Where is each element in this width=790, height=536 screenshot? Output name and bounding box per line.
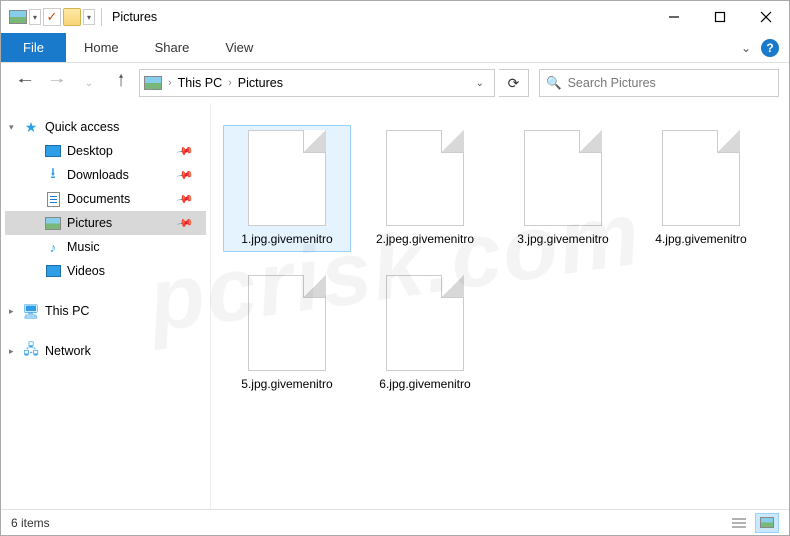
- status-bar: 6 items: [1, 509, 789, 535]
- sidebar-network[interactable]: ▸ 🖧 Network: [5, 339, 206, 363]
- address-bar[interactable]: › This PC › Pictures ⌄: [139, 69, 495, 97]
- tab-share[interactable]: Share: [137, 33, 208, 62]
- sidebar-item-label: Music: [67, 240, 100, 254]
- music-icon: ♪: [45, 239, 61, 255]
- sidebar-item-label: Quick access: [45, 120, 119, 134]
- sidebar-item-label: Pictures: [67, 216, 112, 230]
- file-item[interactable]: 4.jpg.givemenitro: [637, 125, 765, 252]
- sidebar-item-music[interactable]: ♪ Music: [5, 235, 206, 259]
- details-view-button[interactable]: [727, 513, 751, 533]
- sidebar-item-downloads[interactable]: ⭳ Downloads 📌: [5, 163, 206, 187]
- search-icon: 🔍: [546, 76, 562, 91]
- title-bar: ▾ ✓ ▾ Pictures: [1, 1, 789, 33]
- file-name-label: 2.jpeg.givemenitro: [376, 232, 474, 247]
- file-icon: [248, 275, 326, 371]
- this-pc-icon: 🖥: [23, 303, 39, 319]
- forward-button[interactable]: 🠒: [43, 69, 71, 97]
- file-item[interactable]: 2.jpeg.givemenitro: [361, 125, 489, 252]
- star-icon: ★: [23, 119, 39, 135]
- file-icon: [386, 275, 464, 371]
- file-item[interactable]: 1.jpg.givemenitro: [223, 125, 351, 252]
- pictures-icon: [45, 217, 61, 230]
- qat-menu-button[interactable]: ▾: [29, 9, 41, 25]
- sidebar-item-pictures[interactable]: Pictures 📌: [5, 211, 206, 235]
- network-icon: 🖧: [23, 343, 39, 359]
- help-icon[interactable]: ?: [761, 39, 779, 57]
- file-icon: [524, 130, 602, 226]
- address-bar-row: 🠐 🠒 ⌄ 🠑 › This PC › Pictures ⌄ ⟳ 🔍 Searc…: [1, 63, 789, 103]
- file-item[interactable]: 3.jpg.givemenitro: [499, 125, 627, 252]
- location-icon: [144, 76, 162, 90]
- quick-access-toolbar: ▾ ✓ ▾: [1, 8, 95, 26]
- up-button[interactable]: 🠑: [107, 69, 135, 97]
- search-placeholder: Search Pictures: [568, 76, 656, 90]
- downloads-icon: ⭳: [45, 167, 61, 183]
- file-name-label: 4.jpg.givemenitro: [655, 232, 746, 247]
- chevron-right-icon[interactable]: ›: [227, 77, 233, 89]
- sidebar-quick-access[interactable]: ▾ ★ Quick access: [5, 115, 206, 139]
- refresh-button[interactable]: ⟳: [499, 69, 529, 97]
- file-tab[interactable]: File: [1, 33, 66, 62]
- properties-qat-button[interactable]: ✓: [43, 8, 61, 26]
- tab-view[interactable]: View: [207, 33, 271, 62]
- expand-ribbon-button[interactable]: ⌄: [741, 41, 751, 55]
- main-area: ▾ ★ Quick access Desktop 📌 ⭳ Downloads 📌…: [1, 103, 789, 509]
- desktop-icon: [45, 145, 61, 157]
- search-input[interactable]: 🔍 Search Pictures: [539, 69, 779, 97]
- file-name-label: 1.jpg.givemenitro: [241, 232, 332, 247]
- caret-down-icon[interactable]: ▾: [9, 122, 14, 133]
- file-name-label: 5.jpg.givemenitro: [241, 377, 332, 392]
- pin-icon: 📌: [176, 190, 195, 209]
- sidebar-item-documents[interactable]: Documents 📌: [5, 187, 206, 211]
- sidebar-item-desktop[interactable]: Desktop 📌: [5, 139, 206, 163]
- caret-right-icon[interactable]: ▸: [9, 306, 14, 317]
- window-title: Pictures: [112, 10, 157, 24]
- recent-locations-button[interactable]: ⌄: [75, 69, 103, 97]
- explorer-window: ▾ ✓ ▾ Pictures File Home Share View ⌄ ? …: [0, 0, 790, 536]
- sidebar-item-label: This PC: [45, 304, 89, 318]
- large-icons-view-button[interactable]: [755, 513, 779, 533]
- window-controls: [651, 2, 789, 32]
- app-icon: [9, 10, 27, 24]
- file-name-label: 6.jpg.givemenitro: [379, 377, 470, 392]
- sidebar-item-label: Downloads: [67, 168, 129, 182]
- documents-icon: [47, 192, 60, 207]
- maximize-button[interactable]: [697, 2, 743, 32]
- videos-icon: [46, 265, 61, 277]
- sidebar-item-label: Network: [45, 344, 91, 358]
- caret-right-icon[interactable]: ▸: [9, 346, 14, 357]
- back-button[interactable]: 🠐: [11, 69, 39, 97]
- sidebar-item-label: Desktop: [67, 144, 113, 158]
- pin-icon: 📌: [176, 214, 195, 233]
- sidebar-item-label: Documents: [67, 192, 130, 206]
- chevron-right-icon[interactable]: ›: [167, 77, 173, 89]
- navigation-pane[interactable]: ▾ ★ Quick access Desktop 📌 ⭳ Downloads 📌…: [1, 103, 211, 509]
- file-item[interactable]: 6.jpg.givemenitro: [361, 270, 489, 397]
- file-icon: [248, 130, 326, 226]
- pin-icon: 📌: [176, 142, 195, 161]
- new-folder-qat-button[interactable]: [63, 8, 81, 26]
- title-separator: [101, 8, 102, 26]
- close-button[interactable]: [743, 2, 789, 32]
- file-list-pane[interactable]: 1.jpg.givemenitro 2.jpeg.givemenitro 3.jpg…: [211, 103, 789, 509]
- pin-icon: 📌: [176, 166, 195, 185]
- file-name-label: 3.jpg.givemenitro: [517, 232, 608, 247]
- ribbon: File Home Share View ⌄ ?: [1, 33, 789, 63]
- file-icon: [662, 130, 740, 226]
- file-item[interactable]: 5.jpg.givemenitro: [223, 270, 351, 397]
- file-icon: [386, 130, 464, 226]
- sidebar-item-videos[interactable]: Videos: [5, 259, 206, 283]
- status-item-count: 6 items: [11, 516, 50, 530]
- address-dropdown-button[interactable]: ⌄: [470, 78, 490, 89]
- sidebar-item-label: Videos: [67, 264, 105, 278]
- breadcrumb-this-pc[interactable]: This PC: [175, 74, 225, 92]
- minimize-button[interactable]: [651, 2, 697, 32]
- tab-home[interactable]: Home: [66, 33, 137, 62]
- qat-customize-button[interactable]: ▾: [83, 9, 95, 25]
- breadcrumb-pictures[interactable]: Pictures: [235, 74, 286, 92]
- sidebar-this-pc[interactable]: ▸ 🖥 This PC: [5, 299, 206, 323]
